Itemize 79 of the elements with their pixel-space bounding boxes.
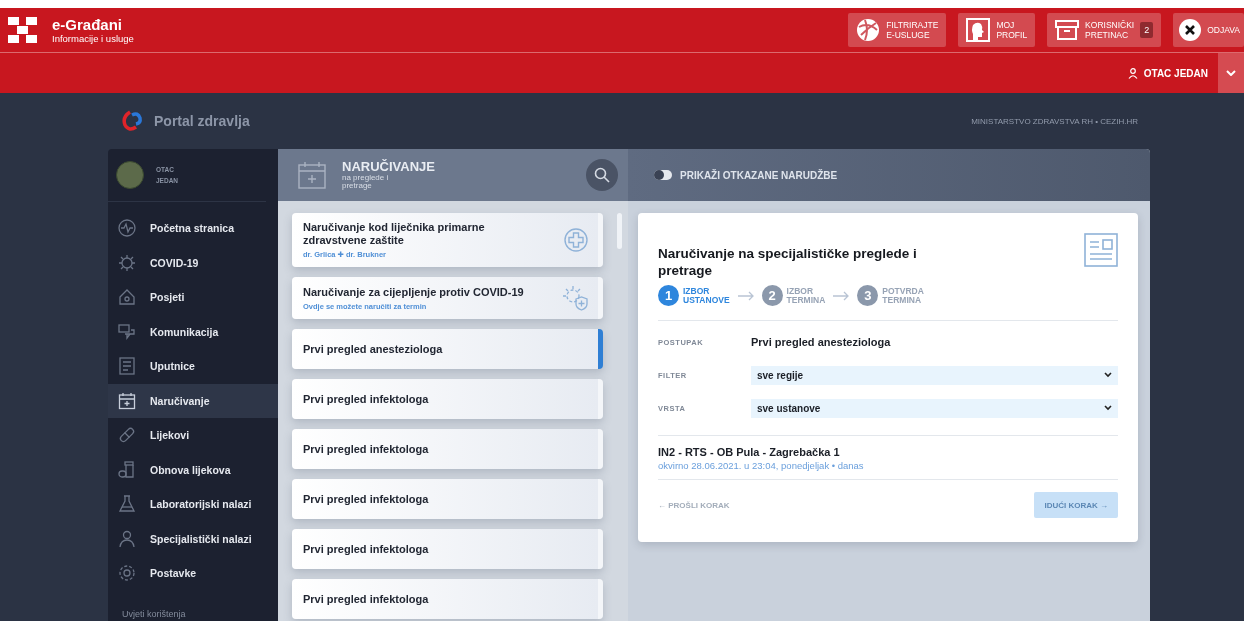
sidebar-item[interactable]: Uputnice xyxy=(108,349,278,384)
service-title: Prvi pregled anesteziologa xyxy=(303,342,443,356)
chat-icon xyxy=(118,322,136,341)
institution-name: IN2 - RTS - OB Pula - Zagrebačka 1 xyxy=(658,446,841,458)
section-title: NARUČIVANJE xyxy=(342,160,436,174)
flask-icon xyxy=(118,495,136,514)
chevron-icon xyxy=(1104,372,1112,378)
service-title: Prvi pregled infektologa xyxy=(303,592,429,606)
document-icon xyxy=(118,357,136,376)
service-title: Naručivanje za cijepljenje protiv COVID-19 xyxy=(303,285,524,299)
sidebar-item[interactable]: Komunikacija xyxy=(108,314,278,349)
service-title: Prvi pregled infektologa xyxy=(303,492,429,506)
sidebar-item[interactable]: Specijalistički nalazi xyxy=(108,521,278,556)
select-field[interactable]: sve ustanove xyxy=(751,398,1118,418)
scrollbar-thumb[interactable] xyxy=(617,213,622,249)
sidebar-item[interactable]: Laboratorijski nalazi xyxy=(108,487,278,522)
header-button[interactable]: FILTRIRAJTE E-USLUGE xyxy=(848,13,947,47)
header-button[interactable]: MOJ PROFIL xyxy=(958,13,1036,47)
service-card[interactable]: Prvi pregled infektologa xyxy=(292,479,603,519)
sidebar-item[interactable]: Postavke xyxy=(108,556,278,591)
globe-icon xyxy=(856,18,881,42)
count-badge: 2 xyxy=(1140,22,1154,38)
service-card[interactable]: Prvi pregled infektologa xyxy=(292,529,603,569)
document-icon xyxy=(1084,233,1118,267)
wizard-step: 1 IZBOR USTANOVE xyxy=(658,285,730,306)
service-title: Naručivanje kod liječnika primarne zdravstvene zaštite xyxy=(303,221,486,247)
search-button[interactable] xyxy=(586,159,618,191)
calendar-icon xyxy=(298,161,326,189)
procedure-value: Prvi pregled anesteziologa xyxy=(751,336,891,348)
profile-icon xyxy=(966,18,991,42)
sidebar-item[interactable]: Naručivanje xyxy=(108,383,278,418)
toggle-switch[interactable] xyxy=(654,170,672,180)
search-icon xyxy=(594,167,610,183)
service-card[interactable]: Prvi pregled infektologa xyxy=(292,379,603,419)
terms-link[interactable]: Uvjeti korištenja xyxy=(108,609,278,621)
pill-icon xyxy=(118,426,136,445)
site-subtitle: Informacije i usluge xyxy=(52,32,134,45)
sidebar-item[interactable]: COVID-19 xyxy=(108,245,278,280)
select-field[interactable]: sve regije xyxy=(751,365,1118,385)
pulse-icon xyxy=(118,219,136,238)
wizard-step: 2 IZBOR TERMINA xyxy=(761,285,826,306)
service-card[interactable]: Prvi pregled infektologa xyxy=(292,429,603,469)
dropdown-button[interactable] xyxy=(1218,53,1244,93)
calendar-icon xyxy=(118,391,136,410)
service-card[interactable]: Prvi pregled infektologa xyxy=(292,579,603,619)
archive-box-icon xyxy=(1055,20,1080,40)
close-icon xyxy=(1179,19,1202,41)
arrow-icon xyxy=(737,290,754,301)
arrow-icon xyxy=(833,290,850,301)
appointment-time: okvirno 28.06.2021. u 23:04, ponedjeljak • danas xyxy=(658,460,865,471)
service-title: Prvi pregled infektologa xyxy=(303,392,429,406)
sidebar-item[interactable]: Početna stranica xyxy=(108,211,278,246)
site-title: e-Građani xyxy=(52,15,124,33)
house-icon xyxy=(118,288,136,307)
person-icon xyxy=(1127,67,1138,79)
service-card[interactable]: Prvi pregled anesteziologa xyxy=(292,329,603,369)
portal-title: Portal zdravlja xyxy=(154,113,250,129)
chevron-icon xyxy=(1104,405,1112,411)
virus-icon xyxy=(118,253,136,272)
logout-button[interactable]: ODJAVA xyxy=(1173,13,1244,47)
sidebar-item[interactable]: Obnova lijekova xyxy=(108,452,278,487)
bottle-icon xyxy=(118,460,136,479)
booking-title: Naručivanje na specijalističke preglede i pretrage xyxy=(658,245,918,279)
wizard-step: 3 POTVRDA TERMINA xyxy=(857,285,924,306)
person-icon xyxy=(118,529,136,548)
service-title: Prvi pregled infektologa xyxy=(303,442,429,456)
user-menu-button[interactable]: OTAC JEDAN xyxy=(1117,53,1218,93)
sidebar-item[interactable]: Lijekovi xyxy=(108,418,278,453)
sidebar-item[interactable]: Posjeti xyxy=(108,280,278,315)
virus-shield-icon xyxy=(562,285,588,311)
cancelled-orders-toggle[interactable]: PRIKAŽI OTKAZANE NARUDŽBE xyxy=(648,168,844,182)
caret-icon xyxy=(1226,70,1236,76)
settings-icon xyxy=(118,564,136,583)
section-subtitle: na preglede i pretrage xyxy=(342,174,390,190)
ministry-link[interactable]: MINISTARSTVO ZDRAVSTVA RH • CEZIH.HR xyxy=(971,116,1138,126)
service-title: Prvi pregled infektologa xyxy=(303,542,429,556)
plus-circle-icon xyxy=(564,228,588,252)
avatar xyxy=(116,161,144,189)
header-button[interactable]: KORISNIČKI PRETINAC 2 xyxy=(1047,13,1162,47)
